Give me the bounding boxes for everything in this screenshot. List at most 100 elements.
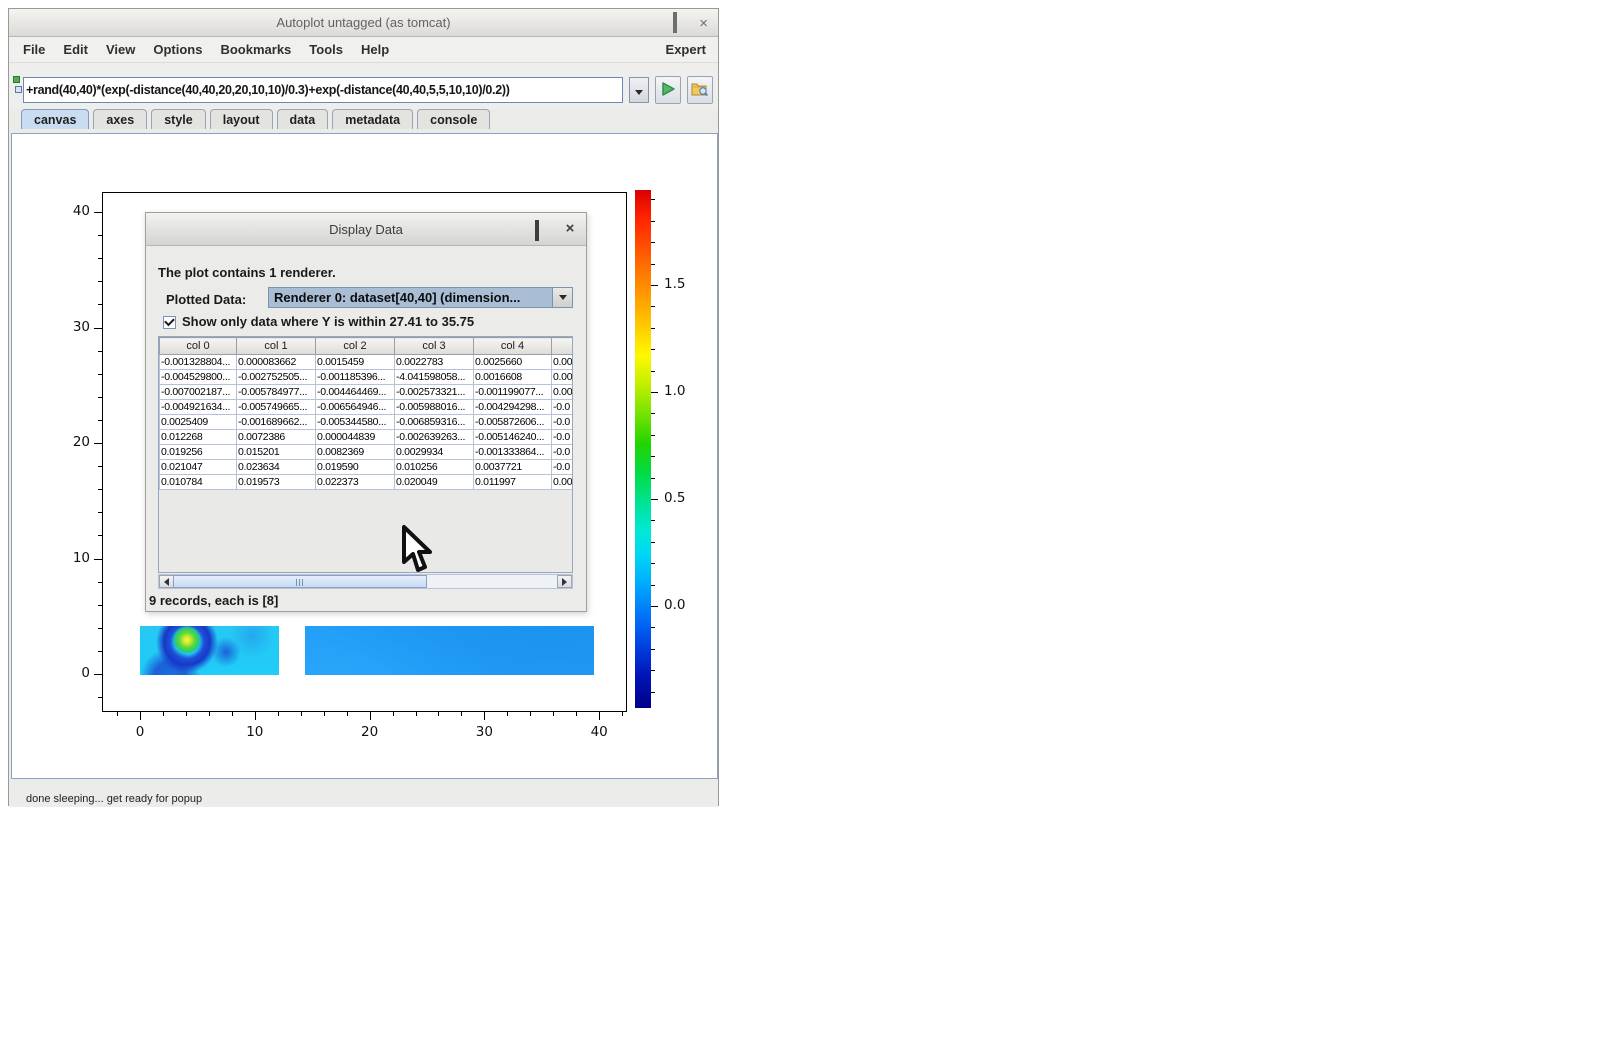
menu-item-options[interactable]: Options — [144, 37, 211, 57]
table-cell[interactable]: -0.0 — [552, 445, 574, 460]
table-cell[interactable]: 0.00 — [552, 475, 574, 490]
table-cell[interactable]: -4.041598058... — [395, 370, 474, 385]
window-close-button[interactable]: × — [699, 17, 708, 30]
dialog-minimize-button[interactable] — [497, 222, 511, 236]
table-cell[interactable]: -0.001199077... — [474, 385, 552, 400]
table-cell[interactable]: 0.000044839 — [316, 430, 395, 445]
table-cell[interactable]: -0.0 — [552, 400, 574, 415]
menu-item-file[interactable]: File — [14, 37, 54, 57]
table-cell[interactable]: 0.000083662 — [237, 355, 316, 370]
tab-axes[interactable]: axes — [93, 109, 147, 129]
table-cell[interactable]: -0.0 — [552, 415, 574, 430]
table-cell[interactable]: -0.002752505... — [237, 370, 316, 385]
scroll-right-button[interactable] — [557, 575, 572, 588]
table-cell[interactable]: -0.006564946... — [316, 400, 395, 415]
tab-data[interactable]: data — [277, 109, 329, 129]
column-header[interactable]: col 4 — [474, 338, 552, 355]
table-cell[interactable]: 0.019573 — [237, 475, 316, 490]
column-header[interactable]: col 0 — [160, 338, 237, 355]
table-cell[interactable]: 0.00 — [552, 385, 574, 400]
table-cell[interactable]: -0.005872606... — [474, 415, 552, 430]
table-cell[interactable]: 0.010784 — [160, 475, 237, 490]
inspect-uri-button[interactable] — [687, 76, 713, 104]
table-cell[interactable]: -0.004464469... — [316, 385, 395, 400]
table-cell[interactable]: 0.00 — [552, 370, 574, 385]
table-cell[interactable]: 0.0022783 — [395, 355, 474, 370]
table-cell[interactable]: -0.001185396... — [316, 370, 395, 385]
dialog-close-button[interactable]: × — [563, 222, 577, 236]
table-cell[interactable]: 0.00 — [552, 355, 574, 370]
table-cell[interactable]: 0.0015459 — [316, 355, 395, 370]
window-maximize-button[interactable] — [673, 14, 677, 32]
plot-canvas[interactable]: 0102030400102030400.00.51.01.5 Display D… — [11, 133, 718, 779]
table-cell[interactable]: -0.0 — [552, 460, 574, 475]
uri-dropdown-button[interactable] — [629, 77, 649, 103]
table-cell[interactable]: -0.004921634... — [160, 400, 237, 415]
table-cell[interactable]: 0.015201 — [237, 445, 316, 460]
table-cell[interactable]: -0.002639263... — [395, 430, 474, 445]
colorbar-minor-tick — [651, 478, 655, 479]
table-cell[interactable]: 0.020049 — [395, 475, 474, 490]
table-cell[interactable]: -0.005988016... — [395, 400, 474, 415]
table-cell[interactable]: -0.002573321... — [395, 385, 474, 400]
column-header[interactable]: col 1 — [237, 338, 316, 355]
go-button[interactable] — [655, 76, 681, 104]
table-cell[interactable]: 0.012268 — [160, 430, 237, 445]
table-cell[interactable]: -0.004529800... — [160, 370, 237, 385]
status-text: done sleeping... get ready for popup — [26, 793, 202, 805]
tab-console[interactable]: console — [417, 109, 490, 129]
menu-item-bookmarks[interactable]: Bookmarks — [211, 37, 300, 57]
menu-expert[interactable]: Expert — [666, 42, 706, 57]
tab-style[interactable]: style — [151, 109, 206, 129]
column-header[interactable] — [552, 338, 574, 355]
table-cell[interactable]: 0.0016608 — [474, 370, 552, 385]
table-cell[interactable]: 0.021047 — [160, 460, 237, 475]
plotted-data-combobox[interactable]: Renderer 0: dataset[40,40] (dimension... — [268, 287, 573, 308]
table-cell[interactable]: 0.023634 — [237, 460, 316, 475]
menu-item-edit[interactable]: Edit — [54, 37, 97, 57]
column-header[interactable]: col 3 — [395, 338, 474, 355]
table-cell[interactable]: 0.0025660 — [474, 355, 552, 370]
table-cell[interactable]: 0.0029934 — [395, 445, 474, 460]
scroll-left-button[interactable] — [159, 575, 174, 588]
table-cell[interactable]: 0.019590 — [316, 460, 395, 475]
table-cell[interactable]: -0.005146240... — [474, 430, 552, 445]
scrollbar-thumb[interactable] — [173, 575, 427, 588]
table-cell[interactable]: -0.005344580... — [316, 415, 395, 430]
table-cell[interactable]: 0.011997 — [474, 475, 552, 490]
table-cell[interactable]: 0.0037721 — [474, 460, 552, 475]
table-cell[interactable]: -0.0 — [552, 430, 574, 445]
table-cell[interactable]: 0.0025409 — [160, 415, 237, 430]
uri-input[interactable] — [23, 77, 623, 103]
menu-item-help[interactable]: Help — [352, 37, 398, 57]
tab-canvas[interactable]: canvas — [21, 109, 89, 129]
table-cell[interactable]: -0.005749665... — [237, 400, 316, 415]
table-cell[interactable]: -0.006859316... — [395, 415, 474, 430]
table-cell[interactable]: 0.010256 — [395, 460, 474, 475]
tab-layout[interactable]: layout — [210, 109, 273, 129]
table-row: -0.004529800...-0.002752505...-0.0011853… — [160, 370, 574, 385]
table-cell[interactable]: -0.001328804... — [160, 355, 237, 370]
y-filter-checkbox[interactable] — [163, 316, 176, 329]
table-cell[interactable]: -0.005784977... — [237, 385, 316, 400]
column-header[interactable]: col 2 — [316, 338, 395, 355]
table-row: -0.001328804...0.0000836620.00154590.002… — [160, 355, 574, 370]
tab-metadata[interactable]: metadata — [332, 109, 413, 129]
table-cell[interactable]: -0.004294298... — [474, 400, 552, 415]
table-cell[interactable]: -0.007002187... — [160, 385, 237, 400]
table-cell[interactable]: 0.0072386 — [237, 430, 316, 445]
datasource-type-icon[interactable] — [13, 76, 23, 96]
menu-item-view[interactable]: View — [97, 37, 144, 57]
window-titlebar[interactable]: Autoplot untagged (as tomcat) × — [9, 9, 718, 37]
table-cell[interactable]: 0.0082369 — [316, 445, 395, 460]
menu-item-tools[interactable]: Tools — [300, 37, 352, 57]
table-cell[interactable]: 0.019256 — [160, 445, 237, 460]
table-horizontal-scrollbar[interactable] — [158, 574, 573, 589]
table-cell[interactable]: 0.022373 — [316, 475, 395, 490]
table-cell[interactable]: -0.001689662... — [237, 415, 316, 430]
y-axis-tick-label: 10 — [48, 550, 90, 566]
combobox-arrow[interactable] — [552, 288, 572, 307]
dialog-titlebar[interactable]: Display Data × — [146, 213, 586, 246]
dialog-maximize-button[interactable] — [530, 222, 544, 236]
table-cell[interactable]: -0.001333864... — [474, 445, 552, 460]
